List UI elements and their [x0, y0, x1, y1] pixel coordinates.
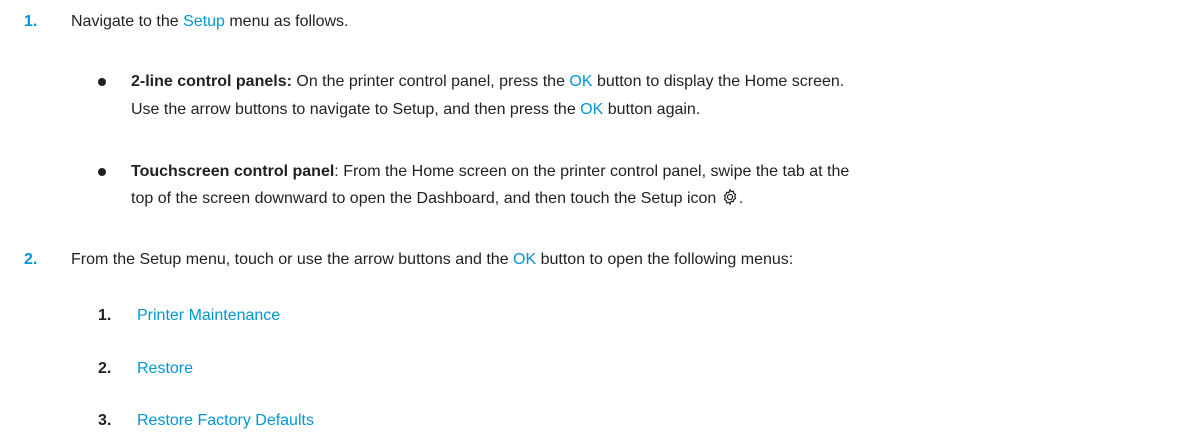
bullet-text: On the printer control panel, press the — [291, 73, 570, 90]
menu-item-number: 1. — [98, 307, 112, 324]
step-text: Navigate to the Setup menu as follows. — [71, 9, 349, 35]
ok-link[interactable]: OK — [569, 73, 592, 90]
bullet-2-line-panels: 2-line control panels: On the printer co… — [0, 69, 1192, 95]
menu-item-number: 3. — [98, 412, 112, 429]
step-2: 2. From the Setup menu, touch or use the… — [0, 247, 1192, 273]
bullet-line-1: Touchscreen control panel: From the Home… — [131, 159, 849, 185]
bullet-text: top of the screen downward to open the D… — [131, 190, 721, 207]
bullet-line-2: Use the arrow buttons to navigate to Set… — [131, 97, 1181, 123]
ok-link[interactable]: OK — [513, 251, 536, 268]
bullet-label: Touchscreen control panel — [131, 163, 335, 180]
menu-item-number: 2. — [98, 360, 112, 377]
bullet-touchscreen-panel: Touchscreen control panel: From the Home… — [0, 159, 1192, 185]
bullet-line-1: 2-line control panels: On the printer co… — [131, 69, 844, 95]
menu-item-restore-factory-defaults: 3. Restore Factory Defaults — [0, 408, 1192, 434]
bullet-text: : From the Home screen on the printer co… — [334, 163, 850, 180]
step-number: 2. — [24, 251, 38, 268]
bullet-text: . — [738, 190, 744, 207]
bullet-text: button to display the Home screen. — [592, 73, 845, 90]
step-text-before: Navigate to the — [71, 13, 184, 30]
menu-item-printer-maintenance: 1. Printer Maintenance — [0, 303, 1192, 329]
bullet-text: button again. — [603, 101, 701, 118]
menu-item-link[interactable]: Printer Maintenance — [137, 303, 280, 329]
bullet-dot — [98, 78, 106, 86]
ok-link[interactable]: OK — [580, 101, 603, 118]
step-1: 1. Navigate to the Setup menu as follows… — [0, 9, 1192, 35]
menu-item-restore: 2. Restore — [0, 356, 1192, 382]
step-number: 1. — [24, 13, 38, 30]
gear-icon — [723, 188, 737, 206]
document-page: { "steps": [ { "number": "1.", "text_bef… — [0, 0, 1192, 439]
step-text: From the Setup menu, touch or use the ar… — [71, 247, 793, 273]
menu-item-link[interactable]: Restore Factory Defaults — [137, 408, 314, 434]
setup-link[interactable]: Setup — [183, 13, 225, 30]
step-text-before: From the Setup menu, touch or use the ar… — [71, 251, 514, 268]
bullet-line-2: top of the screen downward to open the D… — [131, 186, 1181, 212]
bullet-label: 2-line control panels: — [131, 73, 292, 90]
menu-item-link[interactable]: Restore — [137, 356, 193, 382]
bullet-dot — [98, 168, 106, 176]
bullet-text: Use the arrow buttons to navigate to Set… — [131, 101, 581, 118]
step-text-after: menu as follows. — [224, 13, 349, 30]
step-text-after: button to open the following menus: — [536, 251, 794, 268]
